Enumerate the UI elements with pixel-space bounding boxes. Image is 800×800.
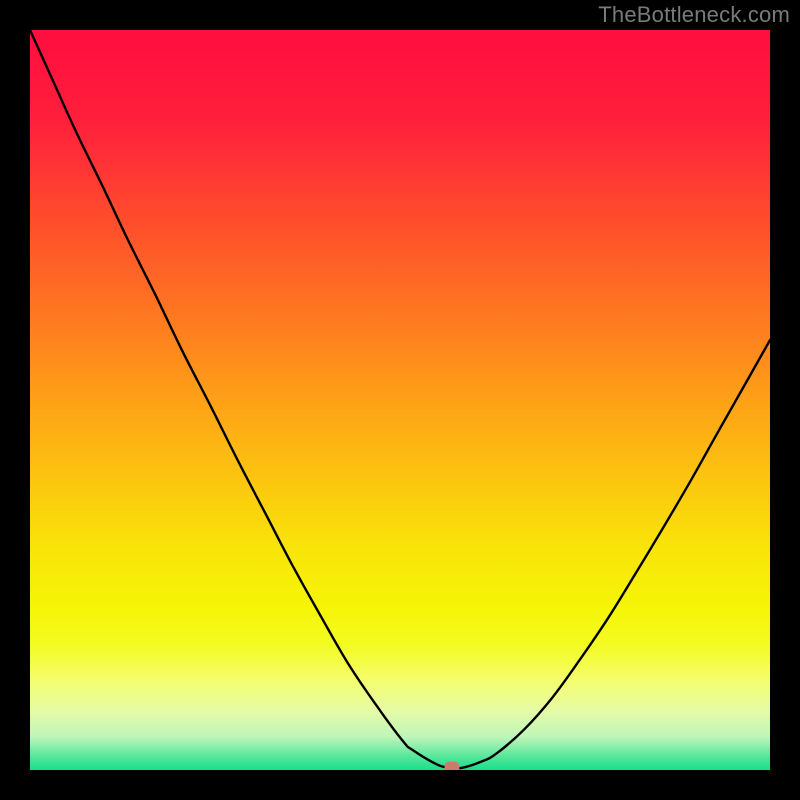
- watermark-text: TheBottleneck.com: [598, 2, 790, 28]
- plot-area: [30, 30, 770, 770]
- optimal-point-marker: [444, 762, 459, 770]
- chart-frame: TheBottleneck.com: [0, 0, 800, 800]
- bottleneck-curve: [30, 30, 770, 770]
